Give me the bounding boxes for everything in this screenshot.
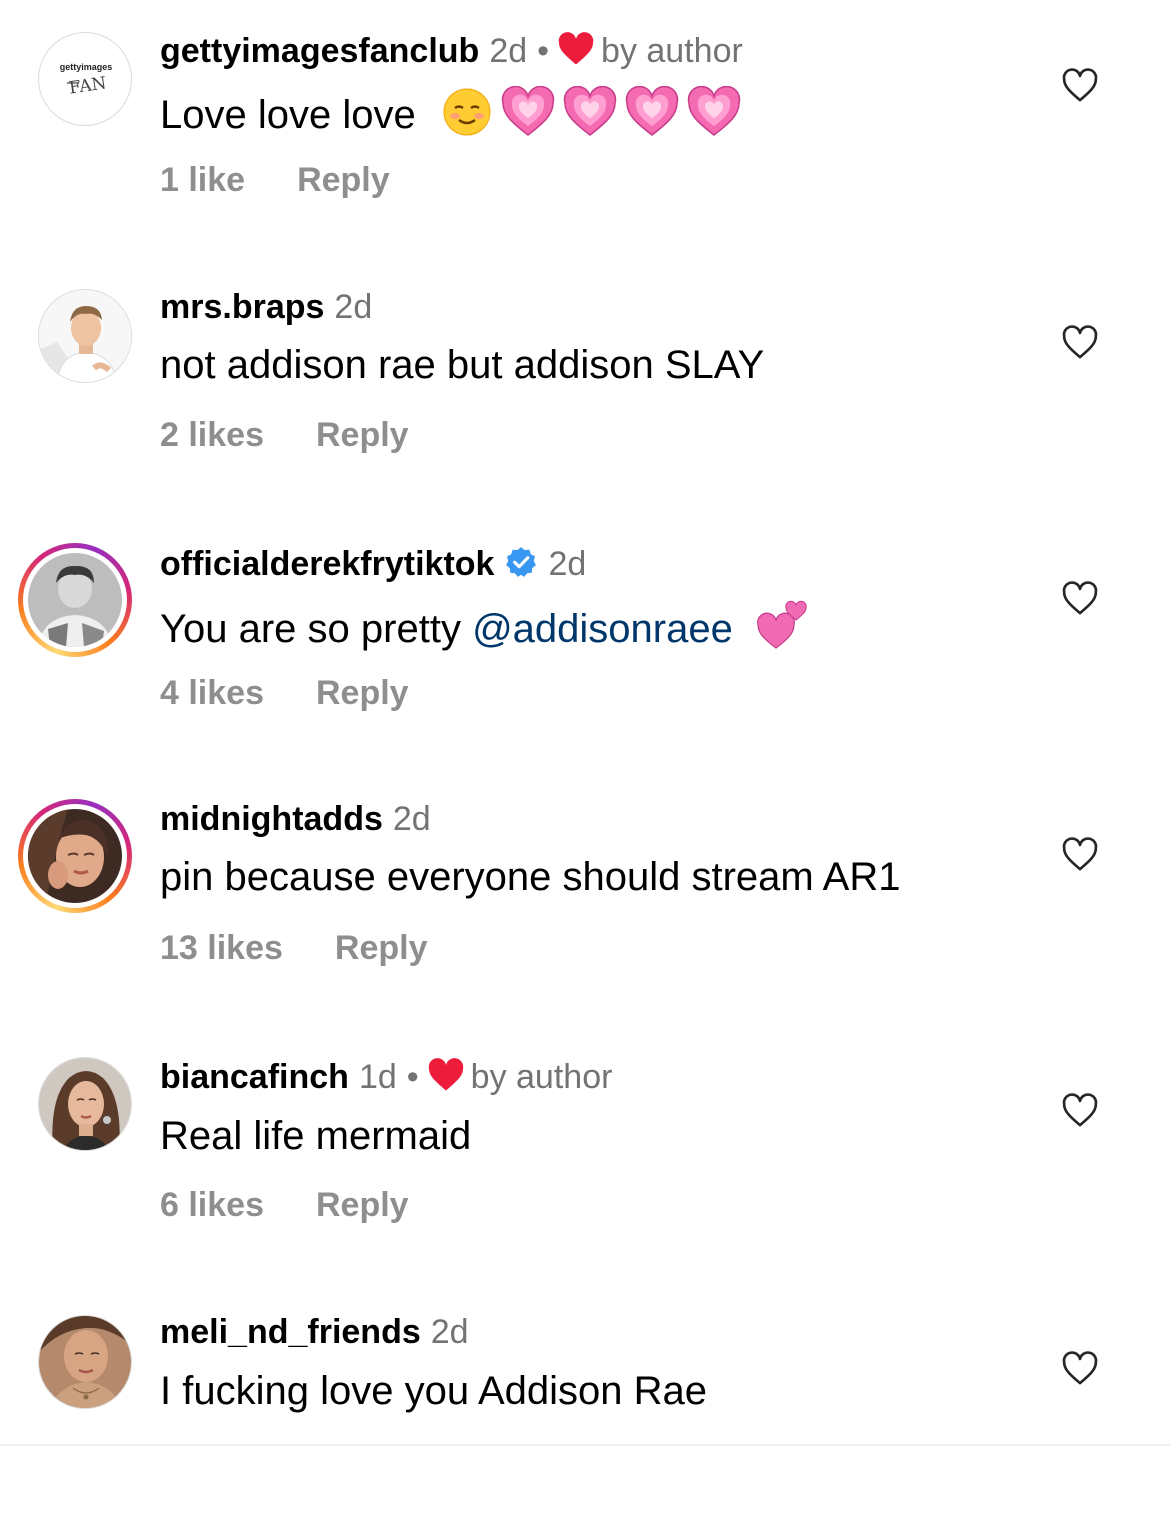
comment-text: I fucking love you Addison Rae [160, 1369, 708, 1413]
timestamp: 2d [430, 1313, 469, 1351]
smiling-face-icon [443, 88, 491, 136]
comment-header: midnightadds 2d [160, 799, 431, 839]
comment-meta: 6 likes Reply [160, 1185, 409, 1225]
growing-heart-icon [687, 86, 741, 136]
reply-button[interactable]: Reply [335, 929, 428, 967]
comment-text-body: Love love love [160, 93, 416, 137]
comment-meta: 4 likes Reply [160, 673, 409, 713]
reply-button[interactable]: Reply [297, 161, 390, 199]
username[interactable]: midnightadds [160, 800, 383, 838]
avatar-photo [39, 1316, 131, 1408]
likes-count[interactable]: 13 likes [160, 929, 283, 967]
username[interactable]: mrs.braps [160, 288, 324, 326]
story-ring-avatar[interactable] [18, 543, 132, 657]
avatar-photo [39, 290, 131, 382]
by-author-label: by author [601, 32, 743, 70]
avatar[interactable]: gettyimages FAN [38, 32, 132, 126]
comment-header: biancafinch 1d • by author [160, 1057, 612, 1097]
bottom-divider [0, 1444, 1170, 1446]
heart-outline-icon[interactable] [1060, 1349, 1100, 1389]
likes-count[interactable]: 4 likes [160, 674, 264, 712]
growing-heart-icon [625, 86, 679, 136]
comment-header: mrs.braps 2d [160, 287, 372, 327]
comment-meta: 2 likes Reply [160, 415, 409, 455]
username[interactable]: biancafinch [160, 1058, 349, 1096]
mention-link[interactable]: @addisonraee [472, 607, 733, 651]
heart-outline-icon[interactable] [1060, 66, 1100, 106]
comment: mrs.braps 2d not addison rae but addison … [0, 256, 1170, 496]
avatar[interactable] [38, 289, 132, 383]
avatar [28, 553, 122, 647]
comment-text: Real life mermaid [160, 1114, 472, 1158]
svg-text:gettyimages: gettyimages [60, 62, 113, 72]
separator-dot: • [537, 32, 550, 70]
heart-outline-icon[interactable] [1060, 323, 1100, 363]
reply-button[interactable]: Reply [316, 416, 409, 454]
comment-header: gettyimagesfanclub 2d • by author [160, 31, 743, 71]
avatar-photo [39, 1058, 131, 1150]
likes-count[interactable]: 2 likes [160, 416, 264, 454]
story-ring-avatar[interactable] [18, 799, 132, 913]
avatar [28, 809, 122, 903]
comment: biancafinch 1d • by author Real life mermai… [0, 1024, 1170, 1264]
verified-badge-icon [506, 547, 537, 577]
comment-text: You are so pretty @addisonraee [160, 598, 810, 653]
heart-outline-icon[interactable] [1060, 579, 1100, 619]
comment-text-body: You are so pretty [160, 607, 473, 651]
by-author-label: by author [470, 1058, 613, 1096]
reply-button[interactable]: Reply [316, 674, 409, 712]
timestamp: 2d [392, 800, 431, 838]
username[interactable]: meli_nd_friends [160, 1313, 421, 1351]
username[interactable]: gettyimagesfanclub [160, 32, 479, 70]
comment-header: officialderekfrytiktok 2d [160, 544, 586, 584]
avatar[interactable] [38, 1057, 132, 1151]
timestamp: 2d [334, 288, 373, 326]
two-hearts-icon [757, 600, 807, 649]
avatar-photo [28, 809, 122, 903]
growing-heart-icon [501, 86, 555, 136]
timestamp: 2d [548, 545, 587, 583]
comment-text: pin because everyone should stream AR1 [160, 855, 901, 899]
heart-outline-icon[interactable] [1060, 835, 1100, 875]
comment-meta: 13 likes Reply [160, 928, 427, 968]
comment-header: meli_nd_friends 2d [160, 1312, 469, 1352]
comment-meta: 1 like Reply [160, 160, 390, 200]
comment: officialderekfrytiktok 2d You are so pret… [0, 512, 1170, 752]
comment-text: Love love love [160, 86, 741, 139]
timestamp: 2d [489, 32, 528, 70]
svg-text:FAN: FAN [68, 73, 108, 98]
timestamp: 1d [358, 1058, 397, 1096]
comment: meli_nd_friends 2d I fucking love you Add… [0, 1280, 1170, 1520]
avatar-photo [28, 553, 122, 647]
author-heart-icon [558, 32, 594, 65]
growing-heart-icon [563, 86, 617, 136]
separator-dot: • [406, 1058, 419, 1096]
likes-count[interactable]: 1 like [160, 161, 245, 199]
comment-text: not addison rae but addison SLAY [160, 343, 765, 387]
author-heart-icon [428, 1058, 463, 1091]
gettyimages-fan-logo: gettyimages FAN [60, 62, 113, 99]
reply-button[interactable]: Reply [316, 1186, 409, 1224]
comment: midnightadds 2d pin because everyone shou… [0, 768, 1170, 1008]
comment: gettyimages FAN gettyimagesfanclub 2d • by … [0, 0, 1170, 240]
username[interactable]: officialderekfrytiktok [160, 545, 494, 583]
heart-outline-icon[interactable] [1060, 1091, 1100, 1131]
likes-count[interactable]: 6 likes [160, 1186, 264, 1224]
avatar[interactable] [38, 1315, 132, 1409]
